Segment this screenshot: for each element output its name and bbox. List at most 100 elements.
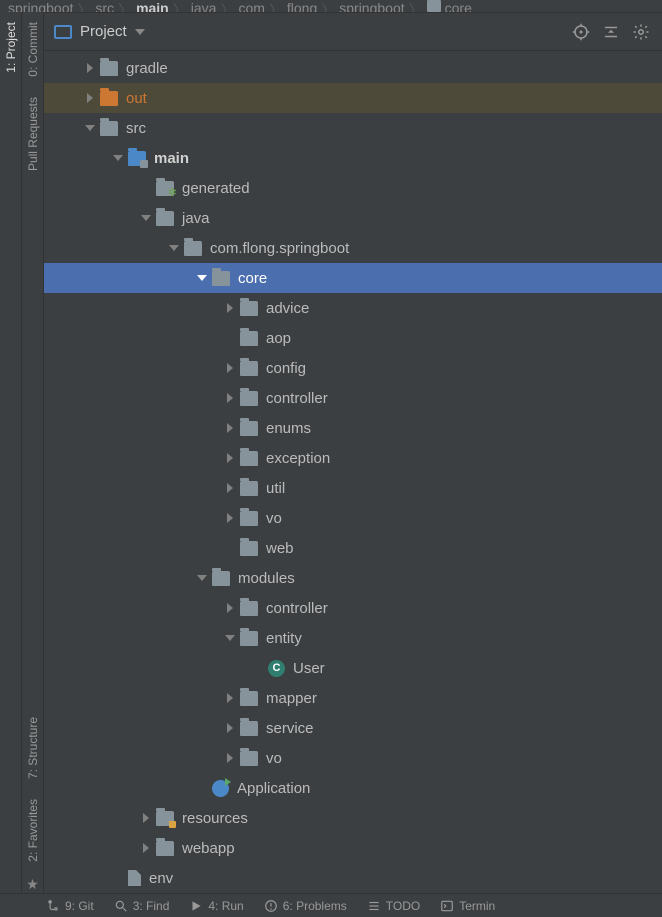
status-problems[interactable]: 6: Problems [256,894,355,917]
runnable-class-icon [212,780,229,797]
folder-icon [240,301,258,316]
chevron-right-icon[interactable] [220,483,240,493]
folder-icon [240,541,258,556]
tree-node-label: enums [266,420,311,437]
breadcrumb-segment[interactable]: core [445,0,472,12]
folder-icon [240,391,258,406]
tree-node-exception[interactable]: exception [44,443,662,473]
breadcrumb: springboot〉src〉main〉java〉com〉flong〉sprin… [0,0,662,12]
tree-node-user[interactable]: CUser [44,653,662,683]
favorites-star-icon: ★ [26,876,39,893]
chevron-down-icon[interactable] [135,29,145,35]
chevron-right-icon[interactable] [220,693,240,703]
run-icon [189,899,203,913]
chevron-right-icon[interactable] [220,393,240,403]
tree-node-java[interactable]: java [44,203,662,233]
chevron-down-icon[interactable] [164,245,184,251]
tree-node-modules[interactable]: modules [44,563,662,593]
breadcrumb-segment[interactable]: springboot [339,0,404,12]
chevron-right-icon[interactable] [220,513,240,523]
chevron-right-icon[interactable] [220,603,240,613]
tree-node-web[interactable]: web [44,533,662,563]
tree-node-vo[interactable]: vo [44,743,662,773]
status-find[interactable]: 3: Find [106,894,178,917]
project-tree[interactable]: gradleout src maingeneratedjavacom.flong.s… [44,51,662,893]
tab-pull-requests[interactable]: Pull Requests [24,91,42,177]
folder-icon [156,181,174,196]
tree-node-aop[interactable]: aop [44,323,662,353]
folder-icon [100,91,118,106]
tree-node-entity[interactable]: entity [44,623,662,653]
tree-node-enums[interactable]: enums [44,413,662,443]
chevron-down-icon[interactable] [108,155,128,161]
breadcrumb-segment[interactable]: main [136,0,169,12]
breadcrumb-segment[interactable]: java [191,0,217,12]
status-terminal[interactable]: Termin [432,894,503,917]
breadcrumb-segment[interactable]: src [95,0,114,12]
chevron-down-icon[interactable] [192,275,212,281]
tree-node-resources[interactable]: resources [44,803,662,833]
chevron-down-icon[interactable] [192,575,212,581]
chevron-down-icon[interactable] [220,635,240,641]
chevron-right-icon[interactable] [136,843,156,853]
chevron-right-icon[interactable] [220,453,240,463]
tree-node-advice[interactable]: advice [44,293,662,323]
tree-node-gradle[interactable]: gradle [44,53,662,83]
tree-node-out[interactable]: out [44,83,662,113]
chevron-right-icon[interactable] [80,93,100,103]
folder-icon [212,571,230,586]
tab-project[interactable]: 1: Project [2,16,20,79]
tree-node-webapp[interactable]: webapp [44,833,662,863]
status-todo[interactable]: TODO [359,894,428,917]
tree-node-controller[interactable]: controller [44,593,662,623]
tab-commit[interactable]: 0: Commit [24,16,42,83]
tree-node-label: util [266,480,285,497]
tree-node-label: entity [266,630,302,647]
project-title[interactable]: Project [80,23,127,40]
tree-node-src[interactable]: src [44,113,662,143]
tree-node-label: config [266,360,306,377]
tree-node-com-flong-springboot[interactable]: com.flong.springboot [44,233,662,263]
tree-node-label: controller [266,600,328,617]
tab-structure[interactable]: 7: Structure [24,711,42,785]
breadcrumb-segment[interactable]: flong [287,0,317,12]
tree-node-application[interactable]: Application [44,773,662,803]
chevron-down-icon[interactable] [136,215,156,221]
tree-node-label: controller [266,390,328,407]
chevron-down-icon[interactable] [80,125,100,131]
chevron-right-icon[interactable] [220,423,240,433]
breadcrumb-segment[interactable]: com [238,0,264,12]
breadcrumb-separator: 〉 [409,0,423,12]
tree-node-mapper[interactable]: mapper [44,683,662,713]
expand-all-button[interactable] [600,21,622,43]
chevron-right-icon[interactable] [220,363,240,373]
tree-node-config[interactable]: config [44,353,662,383]
chevron-right-icon[interactable] [220,753,240,763]
project-header: Project [44,13,662,51]
tree-node-env[interactable]: env [44,863,662,893]
tree-node-util[interactable]: util [44,473,662,503]
tree-node-label: src [126,120,146,137]
settings-button[interactable] [630,21,652,43]
tree-node-service[interactable]: service [44,713,662,743]
tree-node-label: Application [237,780,310,797]
tree-node-generated[interactable]: generated [44,173,662,203]
tree-node-vo[interactable]: vo [44,503,662,533]
tree-node-main[interactable]: main [44,143,662,173]
tree-node-label: vo [266,750,282,767]
tree-node-label: mapper [266,690,317,707]
chevron-right-icon[interactable] [136,813,156,823]
search-icon [114,899,128,913]
status-run[interactable]: 4: Run [181,894,251,917]
chevron-right-icon[interactable] [80,63,100,73]
breadcrumb-segment[interactable]: springboot [8,0,73,12]
locate-button[interactable] [570,21,592,43]
breadcrumb-separator: 〉 [269,0,283,12]
tree-node-core[interactable]: core [44,263,662,293]
status-git[interactable]: 9: Git [38,894,102,917]
chevron-right-icon[interactable] [220,723,240,733]
tree-node-controller[interactable]: controller [44,383,662,413]
breadcrumb-separator: 〉 [77,0,91,12]
tab-favorites[interactable]: 2: Favorites [24,793,42,868]
chevron-right-icon[interactable] [220,303,240,313]
